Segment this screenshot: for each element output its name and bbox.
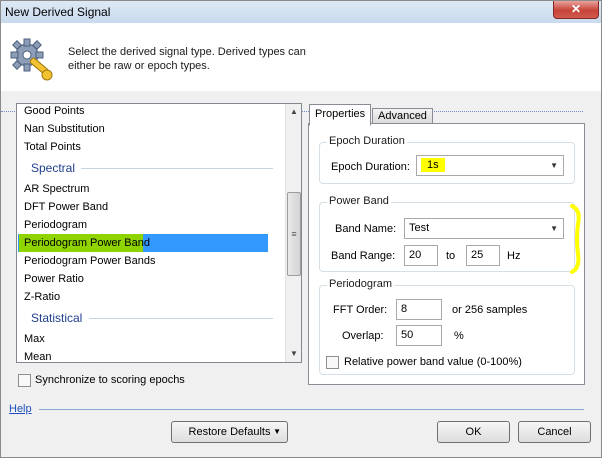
epoch-duration-label: Epoch Duration: <box>331 161 410 173</box>
list-item[interactable]: Nan Substitution <box>18 120 105 138</box>
chevron-down-icon: ▼ <box>550 161 558 170</box>
ok-button[interactable]: OK <box>437 421 510 443</box>
group-label: Periodogram <box>327 278 394 290</box>
grip-icon: ≡ <box>291 229 297 239</box>
epoch-duration-group: Epoch Duration Epoch Duration: 1s ▼ <box>319 135 575 184</box>
to-label: to <box>446 250 456 262</box>
unit-label: Hz <box>507 250 521 262</box>
list-item-label: Periodogram Power Band <box>24 237 150 249</box>
group-label: Epoch Duration <box>327 135 407 147</box>
signal-type-list[interactable]: Good Points Nan Substitution Total Point… <box>16 103 302 363</box>
list-item[interactable]: Total Points <box>18 138 81 156</box>
band-name-select[interactable]: Test ▼ <box>404 218 564 239</box>
gear-wrench-icon <box>10 38 53 81</box>
list-scrollbar[interactable]: ▲ ≡ ▼ <box>285 104 301 362</box>
fft-order-input[interactable]: 8 <box>396 299 442 320</box>
scroll-down-icon[interactable]: ▼ <box>286 346 301 362</box>
fft-order-label: FFT Order: <box>333 304 388 316</box>
power-band-group: Power Band Band Name: Test ▼ Band Range:… <box>319 195 575 272</box>
sync-checkbox-label: Synchronize to scoring epochs <box>35 374 185 386</box>
overlap-unit: % <box>454 330 464 342</box>
list-item[interactable]: Mean <box>18 348 52 362</box>
samples-text: or 256 samples <box>452 304 528 316</box>
tab-advanced[interactable]: Advanced <box>372 108 433 124</box>
dialog-window: New Derived Signal ✕ Select the derived … <box>0 0 602 458</box>
periodogram-group: Periodogram FFT Order: 8 or 256 samples … <box>319 278 575 375</box>
overlap-input[interactable]: 50 <box>396 325 442 346</box>
list-category-spectral: Spectral <box>31 161 76 175</box>
footer-divider <box>39 409 584 410</box>
scroll-thumb[interactable]: ≡ <box>287 192 301 276</box>
list-item[interactable]: Z-Ratio <box>18 288 60 306</box>
band-range-from-input[interactable]: 20 <box>404 245 438 266</box>
yellow-annotation-bracket <box>570 204 581 274</box>
band-name-label: Band Name: <box>335 223 397 235</box>
list-item[interactable]: DFT Power Band <box>18 198 108 216</box>
properties-panel: Epoch Duration Epoch Duration: 1s ▼ Powe… <box>308 123 585 385</box>
group-label: Power Band <box>327 195 391 207</box>
category-divider <box>89 318 273 319</box>
header-banner: Select the derived signal type. Derived … <box>1 23 601 112</box>
restore-defaults-label: Restore Defaults <box>188 426 271 438</box>
chevron-down-icon: ▼ <box>550 224 558 233</box>
dropdown-arrow-icon: ▼ <box>273 427 281 436</box>
close-button[interactable]: ✕ <box>553 1 599 19</box>
overlap-label: Overlap: <box>342 330 384 342</box>
category-divider <box>81 168 273 169</box>
list-item[interactable]: Periodogram <box>18 216 87 234</box>
title-bar[interactable]: New Derived Signal ✕ <box>1 1 601 23</box>
window-title: New Derived Signal <box>5 5 111 19</box>
list-item[interactable]: AR Spectrum <box>18 180 89 198</box>
band-range-label: Band Range: <box>331 250 396 262</box>
band-name-value: Test <box>409 222 430 234</box>
help-link[interactable]: Help <box>9 403 32 415</box>
restore-defaults-button[interactable]: Restore Defaults ▼ <box>171 421 288 443</box>
scroll-up-icon[interactable]: ▲ <box>286 104 301 120</box>
close-icon: ✕ <box>570 2 582 16</box>
list-item[interactable]: Power Ratio <box>18 270 84 288</box>
relative-power-checkbox[interactable] <box>326 356 339 369</box>
epoch-duration-value: 1s <box>421 158 445 172</box>
sync-checkbox[interactable] <box>18 374 31 387</box>
list-category-statistical: Statistical <box>31 311 83 325</box>
list-item[interactable]: Periodogram Power Bands <box>18 252 155 270</box>
list-item-selected[interactable]: Periodogram Power Band <box>18 234 268 252</box>
epoch-duration-select[interactable]: 1s ▼ <box>416 155 564 176</box>
band-range-to-input[interactable]: 25 <box>466 245 500 266</box>
relative-power-label: Relative power band value (0-100%) <box>344 356 522 368</box>
cancel-button[interactable]: Cancel <box>518 421 591 443</box>
tab-properties[interactable]: Properties <box>309 104 372 126</box>
list-item[interactable]: Max <box>18 330 45 348</box>
header-description: Select the derived signal type. Derived … <box>68 46 306 72</box>
list-item[interactable]: Good Points <box>18 104 85 120</box>
